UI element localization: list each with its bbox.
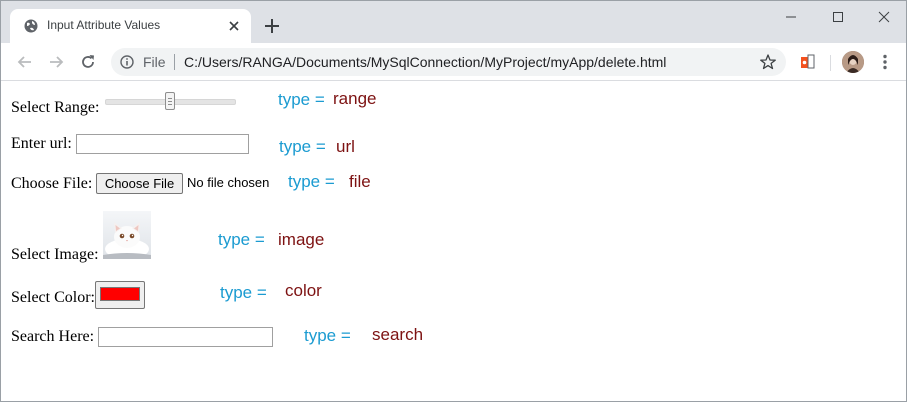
image-label: Select Image:	[11, 246, 99, 263]
plus-icon[interactable]	[263, 17, 281, 35]
color-label: Select Color:	[11, 289, 95, 306]
omnibox-divider	[174, 54, 175, 70]
toolbar-divider	[830, 55, 831, 71]
type-key-url: type =	[279, 137, 326, 156]
close-icon[interactable]	[226, 18, 242, 34]
type-key-image: type =	[218, 230, 265, 249]
address-bar[interactable]: File C:/Users/RANGA/Documents/MySqlConne…	[111, 48, 786, 76]
tab-strip: Input Attribute Values	[1, 1, 906, 43]
extension-icon[interactable]	[799, 53, 817, 71]
file-label: Choose File:	[11, 175, 93, 192]
image-input-button[interactable]	[103, 211, 151, 259]
avatar[interactable]	[842, 51, 864, 73]
color-picker[interactable]	[95, 281, 145, 309]
scheme-label: File	[143, 54, 166, 70]
range-label: Select Range:	[11, 99, 100, 116]
search-label: Search Here:	[11, 328, 95, 345]
type-key-file: type =	[288, 172, 335, 191]
minimize-icon[interactable]	[780, 7, 802, 27]
back-icon[interactable]	[15, 52, 35, 72]
file-status-text: No file chosen	[187, 175, 270, 190]
menu-icon[interactable]	[877, 53, 893, 71]
choose-file-button[interactable]: Choose File	[96, 173, 183, 194]
range-thumb[interactable]	[164, 92, 175, 110]
url-label: Enter url:	[11, 135, 72, 152]
type-value-range: range	[333, 89, 377, 108]
page-content: Select Range: type = range Enter url: ty…	[1, 81, 906, 401]
type-value-color: color	[285, 281, 322, 300]
info-icon[interactable]	[120, 55, 134, 69]
browser-tab[interactable]: Input Attribute Values	[10, 9, 251, 43]
url-text[interactable]: C:/Users/RANGA/Documents/MySqlConnection…	[184, 54, 666, 70]
type-key-range: type =	[278, 90, 325, 109]
url-input[interactable]	[76, 134, 249, 154]
window-close-icon[interactable]	[873, 7, 895, 27]
type-key-search: type =	[304, 326, 351, 345]
type-value-url: url	[336, 137, 355, 156]
type-value-image: image	[278, 230, 325, 249]
tab-title: Input Attribute Values	[47, 18, 161, 32]
forward-icon[interactable]	[46, 52, 66, 72]
globe-icon	[24, 19, 38, 33]
color-swatch	[100, 287, 140, 301]
maximize-icon[interactable]	[827, 7, 849, 27]
type-value-file: file	[349, 172, 371, 191]
star-icon[interactable]	[759, 53, 777, 71]
type-value-search: search	[372, 325, 424, 344]
search-input[interactable]	[98, 327, 273, 347]
browser-window: Input Attribute Values File C:/Users/RAN…	[0, 0, 907, 402]
profile-photo-icon	[842, 51, 864, 73]
type-key-color: type =	[220, 283, 267, 302]
kitten-image-icon	[103, 222, 151, 259]
browser-toolbar: File C:/Users/RANGA/Documents/MySqlConne…	[1, 43, 906, 81]
reload-icon[interactable]	[78, 52, 98, 72]
